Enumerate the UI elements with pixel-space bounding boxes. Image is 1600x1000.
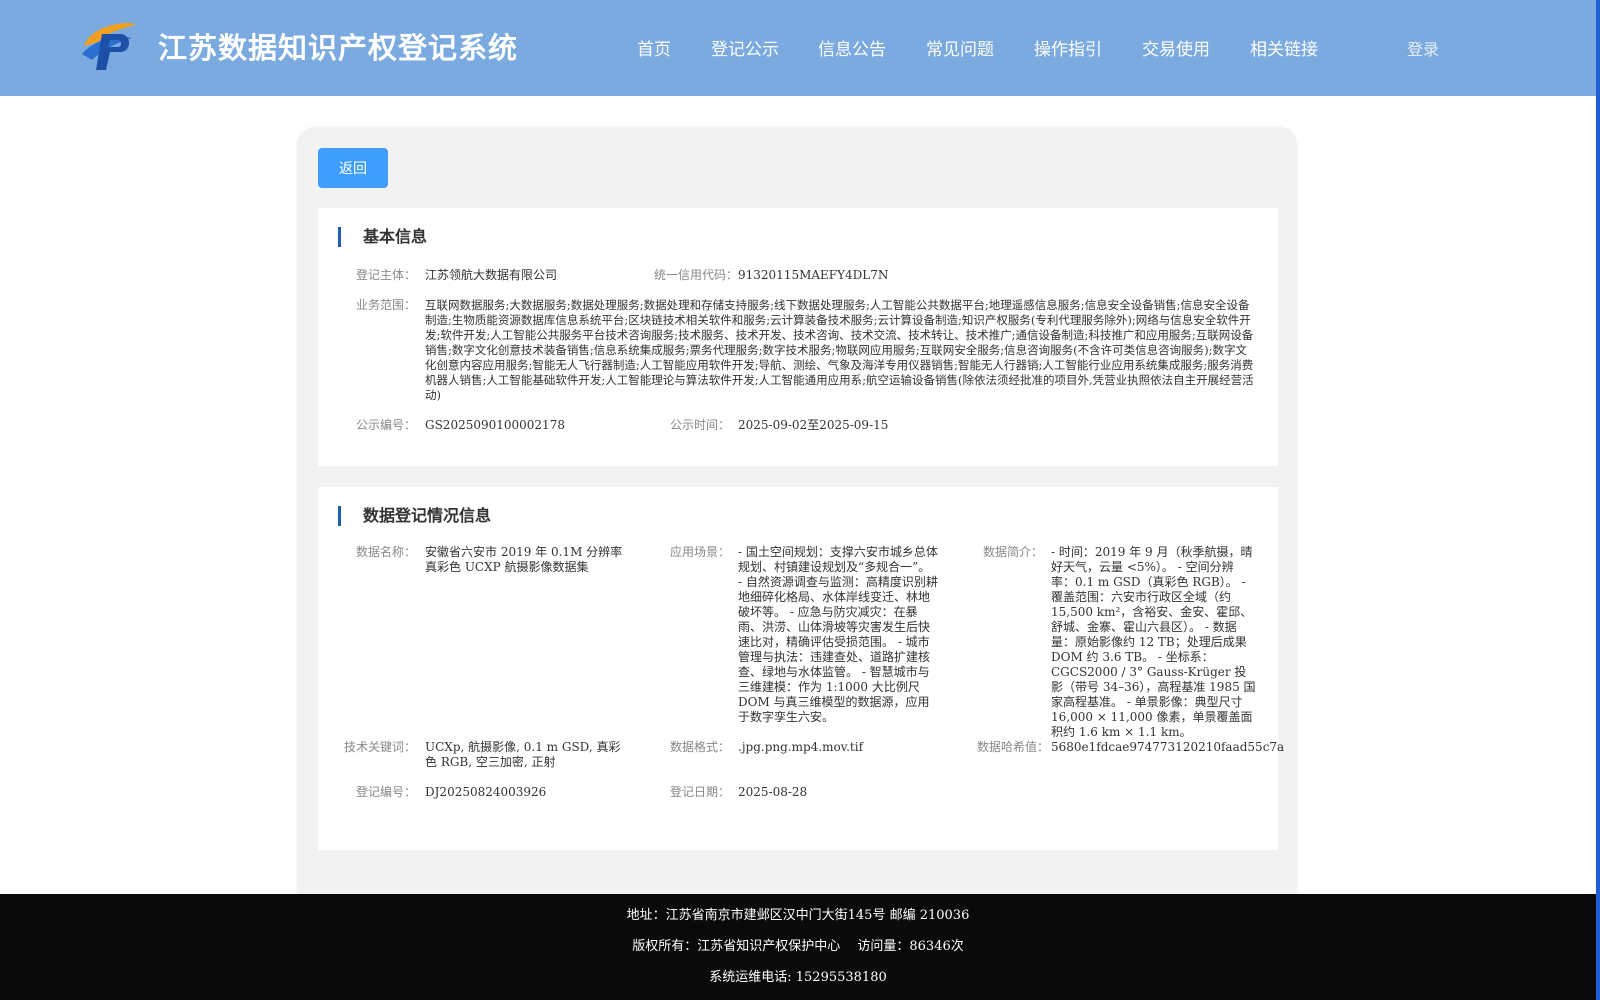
field-value: 91320115MAEFY4DL7N: [738, 268, 889, 282]
field-value: 安徽省六安市 2019 年 0.1M 分辨率真彩色 UCXP 航摄影像数据集: [425, 545, 623, 574]
field-value: GS2025090100002178: [425, 418, 565, 432]
footer-copyright: 版权所有：江苏省知识产权保护中心 访问量：86346次: [632, 939, 964, 954]
field-label: 数据简介：: [982, 545, 1043, 559]
field-value: .jpg.png.mp4.mov.tif: [738, 740, 864, 754]
nav-item-links[interactable]: 相关链接: [1250, 35, 1318, 60]
field-label: 应用场景：: [669, 545, 730, 559]
field-label: 技术关键词：: [343, 740, 416, 754]
nav-item-guide[interactable]: 操作指引: [1034, 35, 1102, 60]
section-title-basic-info: 基本信息: [338, 227, 427, 247]
field-label: 公示时间：: [669, 418, 730, 432]
site-title: 江苏数据知识产权登记系统: [158, 31, 519, 65]
field-label: 登记主体：: [355, 268, 416, 282]
field-label: 登记编号：: [355, 785, 416, 799]
nav-item-home[interactable]: 首页: [637, 35, 671, 60]
site-header: 江苏数据知识产权登记系统 首页 登记公示 信息公告 常见问题 操作指引 交易使用…: [0, 0, 1596, 96]
basic-info-panel: 基本信息 登记主体： 江苏领航大数据有限公司 统一信用代码： 91320115M…: [318, 208, 1278, 466]
field-label: 登记日期：: [669, 785, 730, 799]
field-value: DJ20250824003926: [425, 785, 547, 799]
field-label: 公示编号：: [355, 418, 416, 432]
nav-item-announcements[interactable]: 信息公告: [818, 35, 886, 60]
login-link[interactable]: 登录: [1407, 36, 1439, 60]
field-value: - 时间：2019 年 9 月（秋季航摄，晴好天气，云量 <5%）。 - 空间分…: [1051, 545, 1256, 739]
registration-info-panel: 数据登记情况信息 数据名称： 安徽省六安市 2019 年 0.1M 分辨率真彩色…: [318, 487, 1284, 850]
field-value: - 国土空间规划：支撑六安市城乡总体规划、村镇建设规划及“多规合一”。 - 自然…: [738, 545, 938, 724]
nav-item-trading[interactable]: 交易使用: [1142, 35, 1210, 60]
field-value: 江苏领航大数据有限公司: [425, 268, 558, 282]
field-value: 2025-08-28: [738, 785, 808, 799]
field-value: 2025-09-02至2025-09-15: [738, 418, 889, 432]
nav-item-faq[interactable]: 常见问题: [926, 35, 994, 60]
nav-item-registration-public[interactable]: 登记公示: [711, 35, 779, 60]
footer-address: 地址：江苏省南京市建邺区汉中门大街145号 邮编 210036: [626, 908, 970, 923]
field-label: 统一信用代码：: [653, 268, 738, 282]
detail-card: 返回 基本信息 登记主体： 江苏领航大数据有限公司 统一信用代码： 913201…: [297, 127, 1297, 907]
field-label: 数据哈希值：: [976, 740, 1049, 754]
field-label: 业务范围：: [355, 298, 416, 312]
back-button[interactable]: 返回: [318, 148, 388, 188]
field-label: 数据格式：: [669, 740, 730, 754]
page-right-edge: [1596, 0, 1600, 1000]
site-footer: 地址：江苏省南京市建邺区汉中门大街145号 邮编 210036 版权所有：江苏省…: [0, 894, 1596, 1000]
footer-phone: 系统运维电话: 15295538180: [709, 970, 887, 985]
field-value: 互联网数据服务;大数据服务;数据处理服务;数据处理和存储支持服务;线下数据处理服…: [425, 298, 1254, 402]
field-value: UCXp, 航摄影像, 0.1 m GSD, 真彩色 RGB, 空三加密, 正射: [425, 740, 621, 769]
site-logo-icon[interactable]: [80, 20, 140, 72]
field-label: 数据名称：: [355, 545, 416, 559]
section-title-registration-info: 数据登记情况信息: [338, 506, 491, 526]
field-value: 5680e1fdcae974773120210faad55c7a: [1051, 740, 1285, 754]
